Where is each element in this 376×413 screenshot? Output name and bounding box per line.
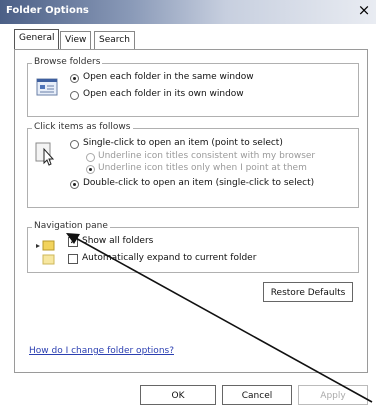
annotation-arrow xyxy=(66,233,373,403)
